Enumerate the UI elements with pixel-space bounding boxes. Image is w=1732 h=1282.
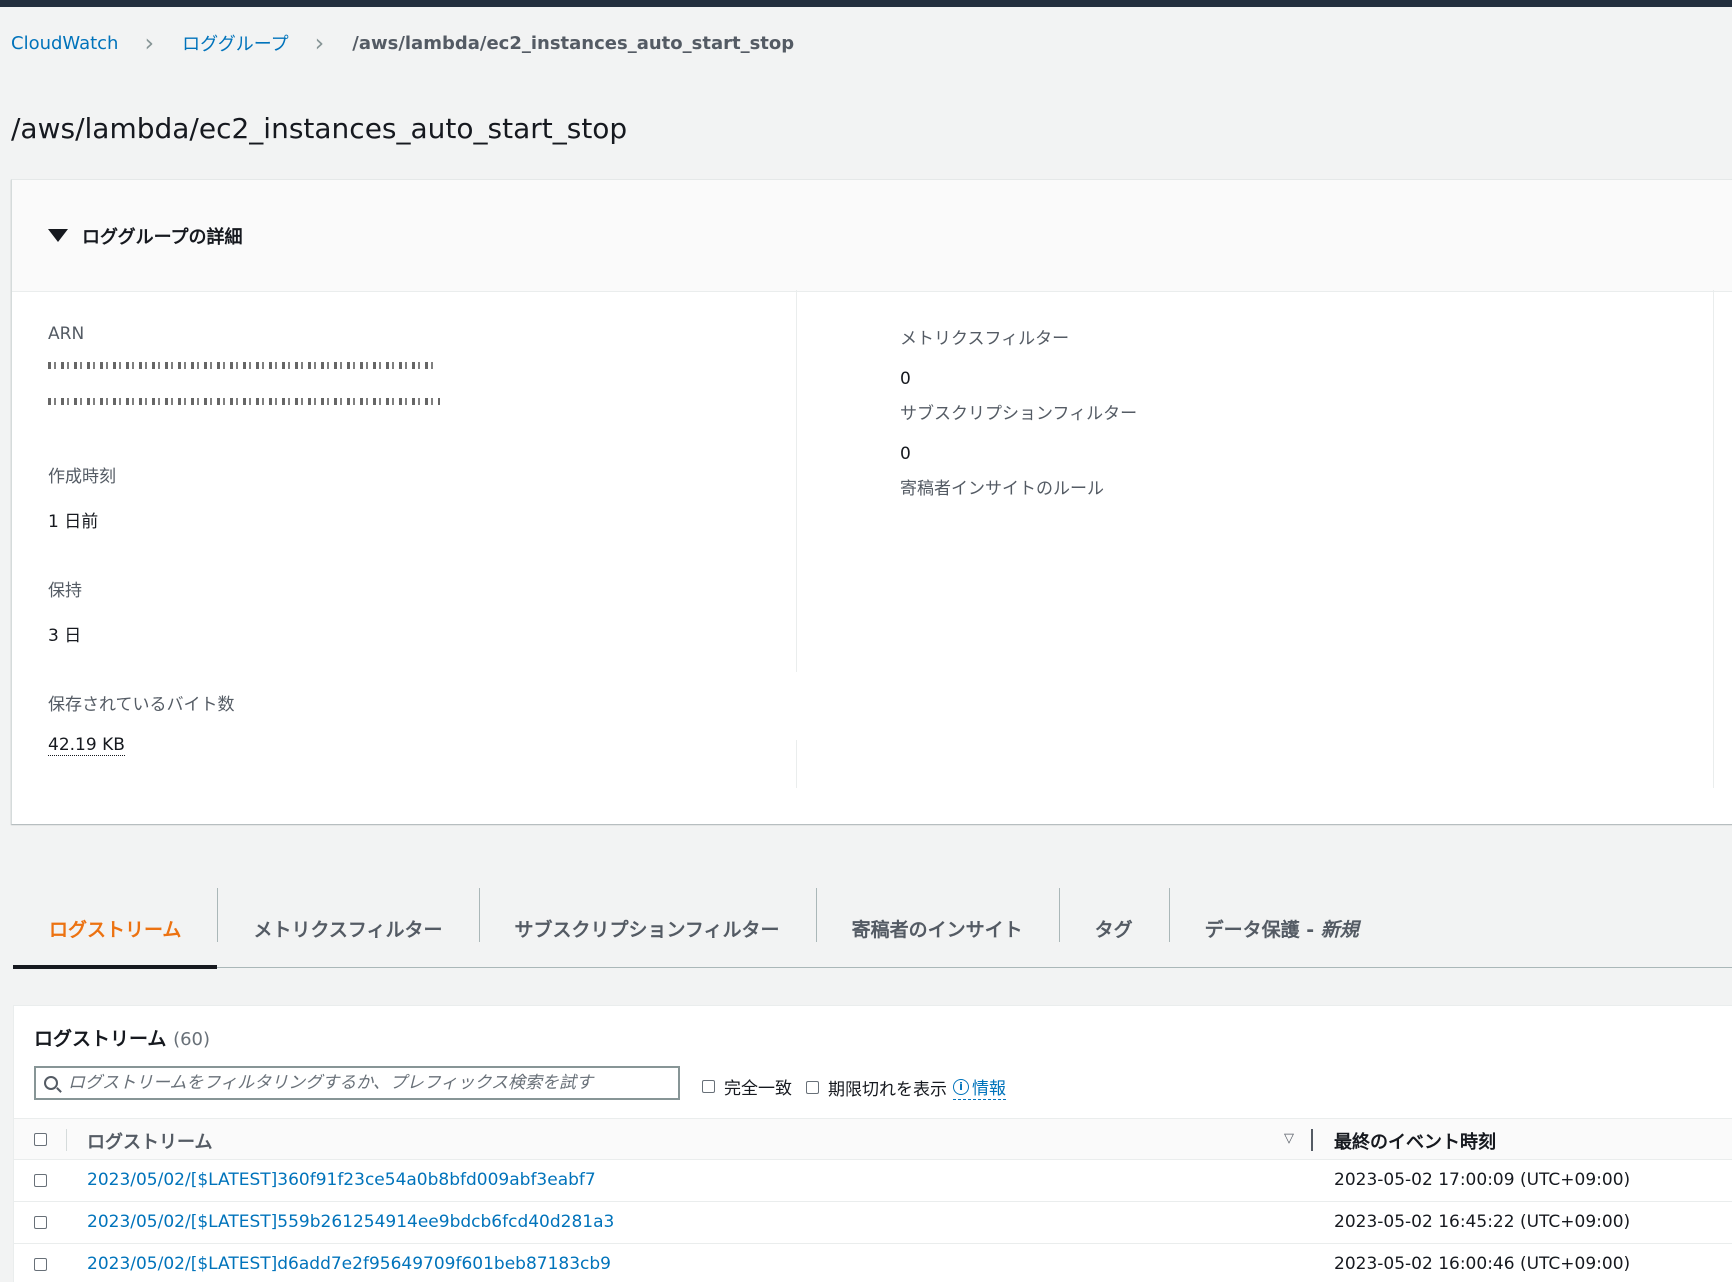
last-event-time: 2023-05-02 16:45:22 (UTC+09:00) <box>1334 1212 1631 1232</box>
row-checkbox[interactable] <box>34 1258 47 1271</box>
arn-label: ARN <box>48 324 85 344</box>
search-input[interactable] <box>68 1073 658 1093</box>
stored-bytes-value[interactable]: 42.19 KB <box>48 735 125 756</box>
exact-match-option[interactable]: 完全一致 <box>702 1074 792 1099</box>
exact-match-label: 完全一致 <box>724 1079 792 1099</box>
log-streams-title: ログストリーム <box>34 1028 167 1050</box>
tab-tags[interactable]: タグ <box>1058 888 1169 968</box>
details-header[interactable]: ロググループの詳細 <box>12 180 1732 292</box>
chevron-right-icon: › <box>144 29 155 57</box>
column-divider <box>796 290 797 672</box>
details-title: ロググループの詳細 <box>82 226 243 248</box>
chevron-right-icon: › <box>314 29 325 57</box>
details-left-column: ARN 作成時刻 1 日前 保持 3 日 保存されているバイト数 42.19 K… <box>48 324 808 756</box>
page-title: /aws/lambda/ec2_instances_auto_start_sto… <box>11 112 628 145</box>
show-expired-checkbox[interactable] <box>806 1080 819 1094</box>
log-stream-link[interactable]: 2023/05/02/[$LATEST]360f91f23ce54a0b8bfd… <box>87 1170 596 1190</box>
table-header: ログストリーム ▽ 最終のイベント時刻 <box>14 1118 1732 1160</box>
tab-contributor-insights[interactable]: 寄稿者のインサイト <box>815 888 1059 968</box>
subscription-filters-label: サブスクリプションフィルター <box>900 404 1138 424</box>
breadcrumb-cloudwatch[interactable]: CloudWatch <box>11 33 118 54</box>
info-link[interactable]: i 情報 <box>953 1074 1006 1100</box>
caret-down-icon[interactable] <box>48 229 68 242</box>
column-divider <box>796 740 797 788</box>
log-streams-table: ログストリーム ▽ 最終のイベント時刻 2023/05/02/[$LATEST]… <box>14 1118 1732 1282</box>
new-badge: 新規 <box>1320 918 1359 941</box>
log-streams-panel: ログストリーム (60) 完全一致 期限切れを表示 i 情報 ログストリーム ▽… <box>13 1005 1732 1282</box>
info-icon: i <box>953 1078 969 1095</box>
sort-descending-icon[interactable]: ▽ <box>1284 1131 1294 1146</box>
table-row: 2023/05/02/[$LATEST]d6add7e2f95649709f60… <box>14 1244 1732 1282</box>
subscription-filters-value: 0 <box>900 444 911 464</box>
row-checkbox[interactable] <box>34 1174 47 1187</box>
created-label: 作成時刻 <box>48 467 116 487</box>
exact-match-checkbox[interactable] <box>702 1080 715 1093</box>
log-streams-count: (60) <box>173 1029 211 1050</box>
show-expired-option[interactable]: 期限切れを表示 i 情報 <box>806 1074 1006 1100</box>
tab-data-protection-label: データ保護 - <box>1204 918 1321 941</box>
tab-data-protection[interactable]: データ保護 - 新規 <box>1168 888 1395 968</box>
column-separator <box>66 1129 67 1151</box>
arn-value-redacted-line-2 <box>48 398 440 405</box>
log-stream-link[interactable]: 2023/05/02/[$LATEST]559b261254914ee9bdcb… <box>87 1212 614 1232</box>
tab-bar: ログストリーム メトリクスフィルター サブスクリプションフィルター 寄稿者のイン… <box>13 888 1732 969</box>
log-stream-search[interactable] <box>34 1066 680 1100</box>
created-value: 1 日前 <box>48 512 99 532</box>
retention-value: 3 日 <box>48 626 82 646</box>
tab-log-streams[interactable]: ログストリーム <box>13 888 218 969</box>
last-event-time: 2023-05-02 17:00:09 (UTC+09:00) <box>1334 1170 1631 1190</box>
last-event-time: 2023-05-02 16:00:46 (UTC+09:00) <box>1334 1254 1631 1274</box>
table-row: 2023/05/02/[$LATEST]360f91f23ce54a0b8bfd… <box>14 1160 1732 1202</box>
arn-value-redacted-line-1 <box>48 362 438 369</box>
log-stream-link[interactable]: 2023/05/02/[$LATEST]d6add7e2f95649709f60… <box>87 1254 611 1274</box>
column-header-last-event-time[interactable]: 最終のイベント時刻 <box>1334 1128 1496 1154</box>
column-resizer[interactable] <box>1311 1129 1313 1151</box>
tab-metric-filters[interactable]: メトリクスフィルター <box>217 888 478 968</box>
log-streams-header: ログストリーム (60) <box>34 1024 210 1051</box>
retention-label: 保持 <box>48 581 82 601</box>
breadcrumb: CloudWatch › ロググループ › /aws/lambda/ec2_in… <box>11 28 794 58</box>
search-icon <box>44 1076 58 1090</box>
details-right-column: メトリクスフィルター 0 サブスクリプションフィルター 0 寄稿者インサイトのル… <box>900 324 1660 499</box>
show-expired-label: 期限切れを表示 <box>828 1079 947 1100</box>
contributor-insights-label: 寄稿者インサイトのルール <box>900 479 1104 499</box>
row-checkbox[interactable] <box>34 1216 47 1229</box>
info-label: 情報 <box>972 1079 1006 1099</box>
select-all-checkbox[interactable] <box>34 1133 47 1146</box>
top-nav-bar <box>0 0 1732 7</box>
table-row: 2023/05/02/[$LATEST]559b261254914ee9bdcb… <box>14 1202 1732 1244</box>
column-divider <box>1713 290 1714 788</box>
tab-subscription-filters[interactable]: サブスクリプションフィルター <box>478 888 816 968</box>
breadcrumb-log-groups[interactable]: ロググループ <box>182 30 289 56</box>
metric-filters-value: 0 <box>900 369 911 389</box>
breadcrumb-current: /aws/lambda/ec2_instances_auto_start_sto… <box>352 32 795 54</box>
log-group-details-panel: ロググループの詳細 ARN 作成時刻 1 日前 保持 3 日 保存されているバイ… <box>11 179 1732 824</box>
metric-filters-label: メトリクスフィルター <box>900 329 1070 349</box>
column-header-log-stream[interactable]: ログストリーム <box>87 1128 212 1154</box>
stored-bytes-label: 保存されているバイト数 <box>48 695 235 715</box>
